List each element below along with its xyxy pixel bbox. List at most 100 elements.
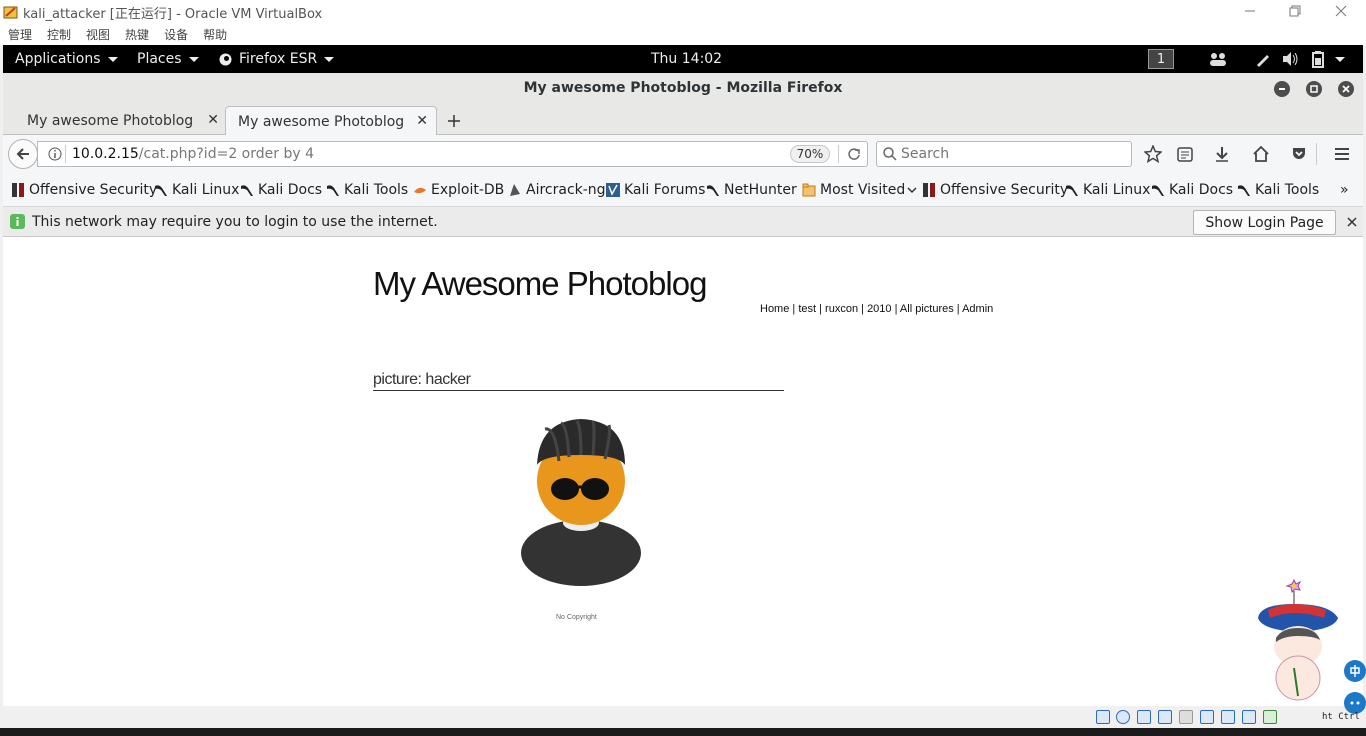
usb-icon[interactable] — [1179, 710, 1193, 724]
exploit-db-icon — [414, 187, 426, 194]
pen-icon[interactable] — [1255, 45, 1271, 73]
bookmark-label: Kali Tools — [344, 182, 409, 198]
pocket-icon[interactable] — [1288, 144, 1310, 164]
bookmark-kali-docs[interactable]: Kali Docs — [240, 173, 322, 207]
system-menu-chevron-icon[interactable] — [1335, 45, 1345, 73]
battery-icon[interactable] — [1310, 45, 1328, 73]
bookmark-exploit-db[interactable]: Exploit-DB — [413, 173, 504, 207]
bookmark-kali-forums[interactable]: Kali Forums — [606, 173, 705, 207]
chevron-down-icon — [907, 187, 917, 194]
workspace-number: 1 — [1148, 49, 1174, 69]
ime-icon — [1350, 665, 1360, 677]
bookmark-kali-linux[interactable]: Kali Linux — [154, 173, 239, 207]
nav-link-2010[interactable]: 2010 — [867, 303, 891, 315]
bookmark-label: Aircrack-ng — [526, 182, 606, 198]
home-icon[interactable] — [1250, 144, 1272, 164]
bookmark-kali-docs-2[interactable]: Kali Docs — [1151, 173, 1233, 207]
virtualbox-title: kali_attacker [正在运行] - Oracle VM Virtual… — [23, 6, 323, 22]
nav-link-admin[interactable]: Admin — [962, 303, 993, 315]
window-maximize-button[interactable] — [1306, 81, 1322, 97]
site-info-icon[interactable] — [48, 147, 62, 161]
new-tab-button[interactable] — [439, 106, 469, 136]
network-icon[interactable] — [1158, 710, 1172, 724]
nav-link-ruxcon[interactable]: ruxcon — [825, 303, 858, 315]
show-login-page-button[interactable]: Show Login Page — [1193, 210, 1336, 235]
bookmarks-overflow-chevron-icon[interactable]: » — [1340, 173, 1349, 207]
hacker-picture — [521, 419, 641, 586]
clock-label: Thu 14:02 — [651, 51, 723, 67]
kali-dragon-icon — [1152, 185, 1164, 196]
audio-icon[interactable] — [1137, 710, 1151, 724]
menu-help[interactable]: 帮助 — [203, 26, 227, 43]
zoom-indicator[interactable]: 70% — [790, 145, 830, 163]
folder-icon — [802, 183, 816, 197]
optical-drive-icon[interactable] — [1116, 710, 1130, 724]
window-minimize-button[interactable] — [1274, 81, 1290, 97]
close-icon — [1342, 85, 1350, 93]
url-bar[interactable]: 10.0.2.15/cat.php?id=2 order by 4 70% — [37, 141, 868, 167]
places-menu[interactable]: Places — [137, 45, 199, 73]
bookmark-nethunter[interactable]: NetHunter — [706, 173, 797, 207]
applications-menu[interactable]: Applications — [15, 45, 118, 73]
url-text: 10.0.2.15/cat.php?id=2 order by 4 — [72, 142, 314, 166]
blog-nav: Home | test | ruxcon | 2010 | All pictur… — [760, 303, 994, 315]
tab-photoblog-1[interactable]: My awesome Photoblog ✕ — [15, 106, 227, 136]
kali-dragon-icon — [1238, 185, 1250, 196]
search-box[interactable] — [876, 141, 1132, 167]
close-button[interactable] — [1318, 0, 1364, 22]
tab-close-icon[interactable]: ✕ — [416, 113, 428, 129]
back-button[interactable] — [8, 139, 38, 169]
bookmark-offensive-security[interactable]: Offensive Security — [11, 173, 157, 207]
minimize-button[interactable] — [1227, 0, 1273, 22]
minimize-icon — [1245, 10, 1255, 12]
picture-heading: picture: hacker — [373, 371, 784, 391]
volume-icon[interactable] — [1282, 45, 1300, 73]
workspace-indicator[interactable]: 1 — [1148, 45, 1174, 73]
menu-view[interactable]: 视图 — [86, 26, 110, 43]
kali-dragon-icon — [707, 185, 719, 196]
close-icon[interactable] — [1347, 217, 1357, 227]
bookmark-kali-linux-2[interactable]: Kali Linux — [1065, 173, 1150, 207]
display-icon[interactable] — [1221, 710, 1235, 724]
chevron-down-icon — [324, 56, 335, 62]
firefox-app-menu[interactable]: Firefox ESR — [219, 45, 335, 73]
cpu-icon[interactable] — [1263, 710, 1277, 724]
bookmark-kali-tools-2[interactable]: Kali Tools — [1237, 173, 1319, 207]
ime-toggle-button[interactable] — [1344, 660, 1366, 682]
menu-manage[interactable]: 管理 — [8, 26, 32, 43]
download-icon[interactable] — [1211, 144, 1233, 164]
recording-icon[interactable] — [1242, 710, 1256, 724]
bookmark-most-visited[interactable]: Most Visited — [802, 173, 917, 207]
bookmark-aircrack-ng[interactable]: Aircrack-ng — [508, 173, 606, 207]
search-input[interactable] — [901, 144, 1121, 164]
tab-photoblog-2[interactable]: My awesome Photoblog ✕ — [225, 106, 437, 136]
bookmark-kali-tools[interactable]: Kali Tools — [326, 173, 408, 207]
url-path: /cat.php?id=2 order by 4 — [138, 146, 314, 162]
shared-folders-icon[interactable] — [1200, 710, 1214, 724]
menu-devices[interactable]: 设备 — [164, 26, 188, 43]
clock[interactable]: Thu 14:02 — [651, 45, 722, 73]
kali-dragon-icon — [327, 185, 339, 196]
reading-list-icon[interactable] — [1174, 144, 1196, 164]
ime-options-button[interactable] — [1344, 692, 1366, 714]
menu-hotkeys[interactable]: 热键 — [125, 26, 149, 43]
bookmark-offensive-security-2[interactable]: Offensive Security — [922, 173, 1068, 207]
people-icon[interactable] — [1209, 45, 1227, 73]
virtualbox-menubar: 管理 控制 视图 热键 设备 帮助 — [0, 24, 1366, 45]
nav-link-all-pictures[interactable]: All pictures — [900, 303, 954, 315]
reload-icon[interactable] — [847, 147, 861, 161]
blog-title: My Awesome Photoblog — [373, 265, 707, 302]
hamburger-menu-icon[interactable] — [1331, 144, 1353, 164]
bookmark-star-icon[interactable] — [1142, 144, 1164, 164]
nav-link-test[interactable]: test — [798, 303, 816, 315]
hard-disk-icon[interactable] — [1096, 710, 1110, 724]
desktop-mascot-image — [1258, 578, 1338, 701]
applications-label: Applications — [15, 51, 101, 67]
tab-close-icon[interactable]: ✕ — [207, 112, 219, 128]
maximize-icon — [1310, 85, 1318, 93]
restore-icon — [1289, 5, 1301, 17]
restore-button[interactable] — [1272, 0, 1318, 22]
menu-control[interactable]: 控制 — [47, 26, 71, 43]
window-close-button[interactable] — [1338, 81, 1354, 97]
nav-link-home[interactable]: Home — [760, 303, 789, 315]
